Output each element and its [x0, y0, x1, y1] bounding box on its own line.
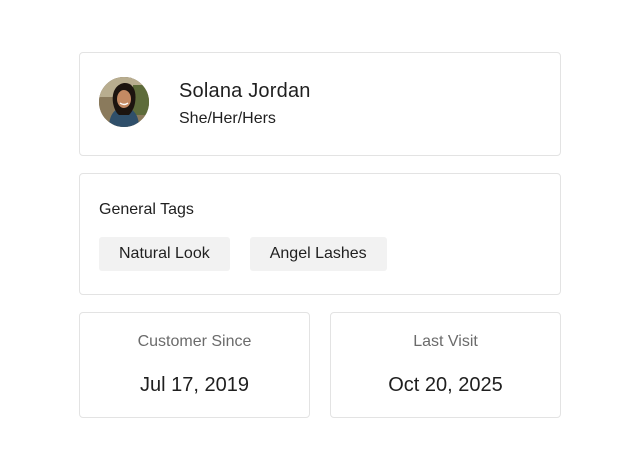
general-tags-title: General Tags [99, 201, 194, 218]
customer-since-label: Customer Since [137, 333, 252, 350]
customer-name: Solana Jordan [179, 80, 311, 102]
last-visit-card: Last Visit Oct 20, 2025 [330, 312, 561, 418]
tag-natural-look[interactable]: Natural Look [99, 237, 230, 271]
last-visit-value: Oct 20, 2025 [388, 374, 503, 396]
avatar [99, 77, 149, 127]
general-tags-card: General Tags Natural Look Angel Lashes [79, 173, 561, 295]
customer-since-value: Jul 17, 2019 [140, 374, 249, 396]
customer-since-card: Customer Since Jul 17, 2019 [79, 312, 310, 418]
last-visit-label: Last Visit [413, 333, 478, 350]
tag-angel-lashes[interactable]: Angel Lashes [249, 237, 387, 271]
customer-profile-card: Solana Jordan She/Her/Hers [79, 52, 561, 156]
customer-pronouns: She/Her/Hers [179, 110, 276, 127]
tag-list: Natural Look Angel Lashes [99, 237, 387, 271]
avatar-photo [99, 77, 149, 127]
